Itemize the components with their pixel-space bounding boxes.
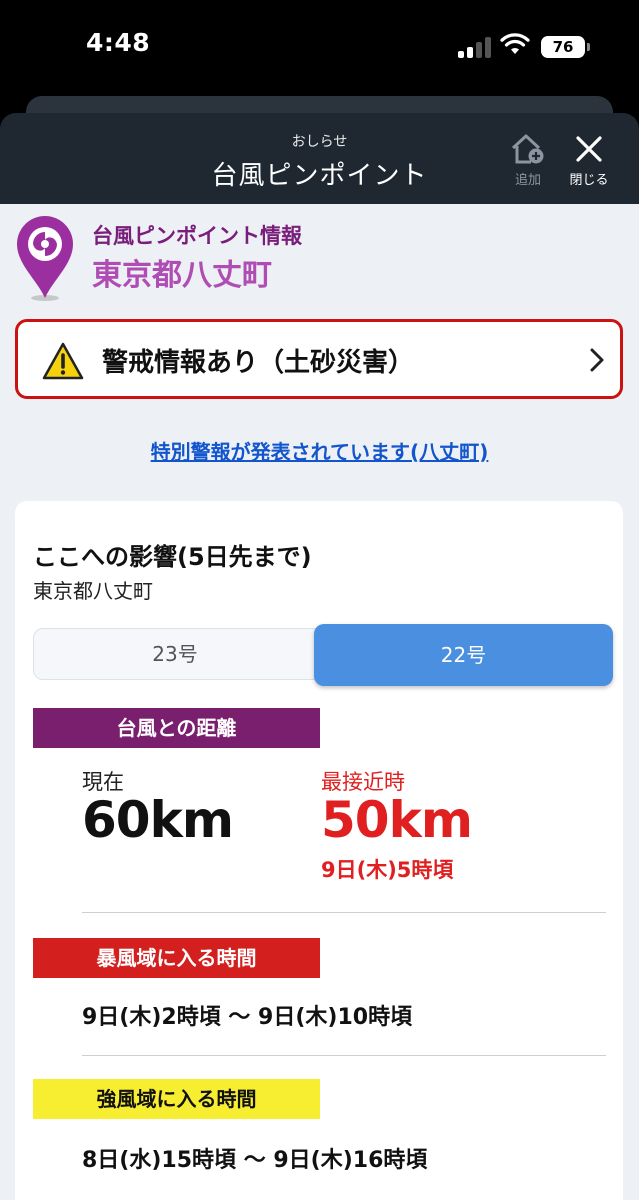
current-distance-value: 60km bbox=[82, 791, 234, 849]
typhoon-pin-icon bbox=[17, 216, 73, 301]
location-label: 台風ピンポイント情報 bbox=[92, 224, 302, 248]
typhoon-tab-selector: 23号 22号 bbox=[33, 624, 613, 686]
divider bbox=[82, 912, 606, 913]
alert-banner[interactable]: 警戒情報あり（土砂災害） bbox=[15, 319, 623, 399]
tab-typhoon-23[interactable]: 23号 bbox=[34, 629, 316, 679]
location-name: 東京都八丈町 bbox=[92, 258, 272, 293]
battery-level: 76 bbox=[552, 38, 574, 56]
divider bbox=[82, 1055, 606, 1056]
nearest-distance-value: 50km bbox=[321, 791, 473, 849]
nearest-approach-time: 9日(木)5時頃 bbox=[321, 858, 454, 882]
add-label: 追加 bbox=[514, 173, 541, 188]
battery-icon: 76 bbox=[541, 36, 590, 58]
modal-header: おしらせ 台風ピンポイント 追加 閉じる bbox=[0, 113, 639, 204]
warning-icon bbox=[42, 342, 84, 380]
cellular-signal-icon bbox=[458, 36, 492, 58]
wifi-icon bbox=[500, 33, 530, 54]
status-bar: 4:48 76 bbox=[0, 0, 639, 96]
storm-zone-time: 9日(木)2時頃 〜 9日(木)10時頃 bbox=[82, 1005, 413, 1030]
impact-card: ここへの影響(5日先まで) 東京都八丈町 23号 22号 台風との距離 現在 6… bbox=[15, 501, 623, 1200]
storm-zone-label: 暴風域に入る時間 bbox=[33, 938, 320, 978]
strong-wind-zone-label: 強風域に入る時間 bbox=[33, 1079, 320, 1119]
strong-wind-zone-time: 8日(水)15時頃 〜 9日(木)16時頃 bbox=[82, 1148, 428, 1173]
tab-typhoon-22[interactable]: 22号 bbox=[314, 624, 613, 686]
chevron-right-icon bbox=[590, 348, 604, 372]
special-warning-link[interactable]: 特別警報が発表されています(八丈町) bbox=[0, 436, 639, 465]
status-time: 4:48 bbox=[86, 28, 151, 57]
impact-location: 東京都八丈町 bbox=[33, 579, 153, 603]
close-button[interactable]: 閉じる bbox=[564, 133, 614, 189]
distance-section-label: 台風との距離 bbox=[33, 708, 320, 748]
home-add-icon bbox=[511, 134, 544, 164]
main-content: 台風ピンポイント情報 東京都八丈町 警戒情報あり（土砂災害） 特別警報が発表され… bbox=[0, 204, 639, 1200]
close-icon bbox=[576, 136, 602, 162]
add-button[interactable]: 追加 bbox=[503, 133, 553, 189]
alert-text: 警戒情報あり（土砂災害） bbox=[102, 348, 415, 378]
impact-title: ここへの影響(5日先まで) bbox=[33, 543, 312, 571]
close-label: 閉じる bbox=[569, 173, 609, 188]
